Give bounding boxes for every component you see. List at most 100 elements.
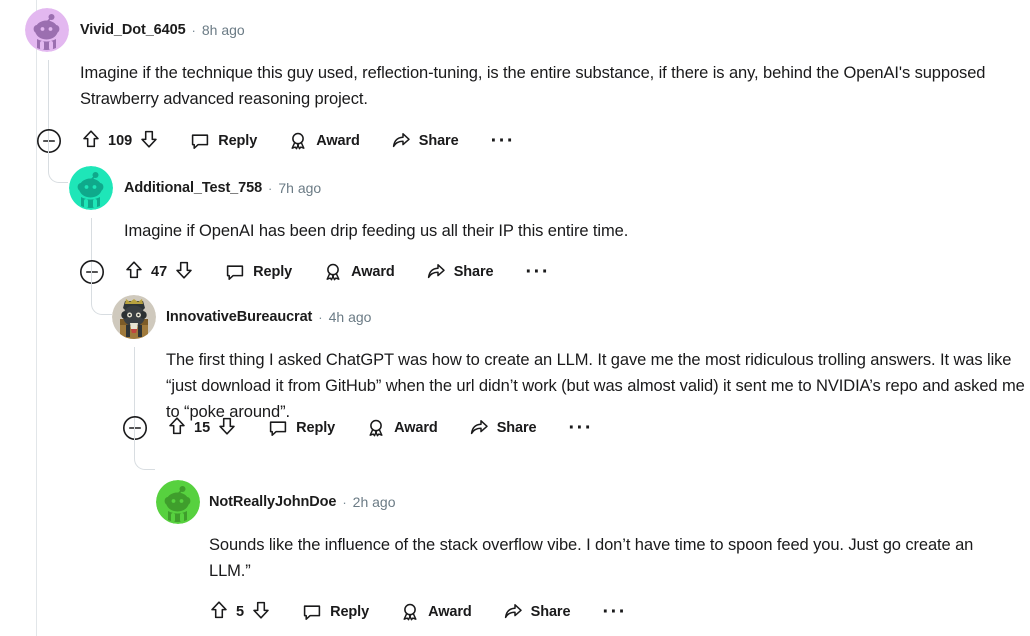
share-button[interactable]: Share: [503, 596, 571, 628]
award-ribbon-icon: [291, 132, 305, 150]
comment-action-bar: 109 Reply Award Share ···: [36, 125, 515, 157]
comment-bubble-icon: [226, 265, 244, 280]
vote-group: 15: [167, 416, 237, 441]
reply-label: Reply: [330, 604, 370, 620]
share-button[interactable]: Share: [426, 256, 494, 288]
reply-button[interactable]: Reply: [190, 125, 257, 157]
snoo-avatar-icon: [25, 8, 69, 52]
more-options-button[interactable]: ···: [526, 256, 550, 288]
comment-header: InnovativeBureaucrat · 4h ago: [0, 295, 1030, 339]
comment-header: NotReallyJohnDoe · 2h ago: [0, 480, 1030, 524]
more-options-icon: ···: [525, 261, 550, 283]
thread-elbow: [134, 425, 155, 470]
comment-bubble-icon: [303, 605, 321, 620]
downvote-button[interactable]: [139, 129, 159, 154]
upvote-arrow-icon: [169, 416, 185, 434]
award-button[interactable]: Award: [288, 125, 360, 157]
vote-group: 5: [209, 600, 271, 625]
downvote-arrow-icon: [141, 130, 157, 148]
share-label: Share: [418, 133, 459, 149]
downvote-button[interactable]: [217, 416, 237, 441]
upvote-arrow-icon: [211, 600, 227, 618]
share-label: Share: [496, 420, 537, 436]
comment-bubble-icon: [269, 421, 287, 436]
upvote-button[interactable]: [81, 129, 101, 154]
avatar[interactable]: [69, 166, 113, 210]
separator-dot: ·: [268, 180, 273, 196]
award-ribbon-icon: [403, 603, 417, 621]
upvote-button[interactable]: [167, 416, 187, 441]
more-options-button[interactable]: ···: [602, 596, 626, 628]
upvote-arrow-icon: [126, 260, 142, 278]
vote-count: 47: [151, 264, 168, 280]
more-options-icon: ···: [602, 601, 627, 623]
avatar[interactable]: [112, 295, 156, 339]
comment-thread: Vivid_Dot_6405 · 8h ago Imagine if the t…: [0, 0, 1030, 636]
comment-timestamp: 4h ago: [328, 309, 372, 325]
award-button[interactable]: Award: [323, 256, 395, 288]
downvote-button[interactable]: [174, 260, 194, 285]
comment-author[interactable]: InnovativeBureaucrat: [166, 309, 312, 325]
award-label: Award: [351, 264, 395, 280]
reply-label: Reply: [218, 133, 258, 149]
comment-action-bar: 15 Reply Award Share ···: [122, 412, 593, 444]
snoo-avatar-icon: [156, 480, 200, 524]
comment-body: Imagine if the technique this guy used, …: [80, 64, 986, 108]
share-label: Share: [530, 604, 571, 620]
comment-header: Vivid_Dot_6405 · 8h ago: [0, 8, 1030, 52]
vote-group: 109: [81, 129, 159, 154]
more-options-button[interactable]: ···: [569, 412, 593, 444]
custom-armored-avatar-icon: [112, 295, 156, 339]
comment-bubble-icon: [192, 134, 209, 149]
share-label: Share: [453, 264, 494, 280]
award-button[interactable]: Award: [366, 412, 438, 444]
comment-item: Vivid_Dot_6405 · 8h ago Imagine if the t…: [0, 8, 1030, 183]
comment-author[interactable]: Additional_Test_758: [124, 180, 262, 196]
award-label: Award: [428, 604, 472, 620]
vote-count: 15: [194, 420, 211, 436]
comment-item: NotReallyJohnDoe · 2h ago Sounds like th…: [0, 480, 1030, 622]
downvote-arrow-icon: [253, 601, 269, 619]
share-arrow-icon: [470, 420, 488, 435]
award-label: Award: [316, 133, 360, 149]
comment-item: Additional_Test_758 · 7h ago Imagine if …: [0, 166, 1030, 315]
separator-dot: ·: [342, 494, 347, 510]
share-arrow-icon: [427, 264, 445, 279]
downvote-arrow-icon: [219, 417, 235, 435]
comment-header: Additional_Test_758 · 7h ago: [0, 166, 1030, 210]
comment-item: InnovativeBureaucrat · 4h ago The first …: [0, 295, 1030, 470]
avatar[interactable]: [156, 480, 200, 524]
comment-author[interactable]: NotReallyJohnDoe: [209, 494, 336, 510]
downvote-button[interactable]: [251, 600, 271, 625]
reply-button[interactable]: Reply: [268, 412, 335, 444]
separator-dot: ·: [191, 22, 196, 38]
share-arrow-icon: [504, 604, 522, 619]
comment-timestamp: 7h ago: [278, 180, 322, 196]
downvote-arrow-icon: [176, 261, 192, 279]
reply-label: Reply: [253, 264, 293, 280]
reply-button[interactable]: Reply: [225, 256, 292, 288]
award-ribbon-icon: [369, 419, 383, 437]
reply-button[interactable]: Reply: [302, 596, 369, 628]
avatar[interactable]: [25, 8, 69, 52]
more-options-icon: ···: [490, 130, 516, 152]
upvote-button[interactable]: [124, 260, 144, 285]
upvote-arrow-icon: [83, 129, 99, 147]
vote-count: 5: [236, 604, 245, 620]
comment-timestamp: 2h ago: [352, 494, 396, 510]
award-label: Award: [394, 420, 438, 436]
comment-timestamp: 8h ago: [201, 22, 245, 38]
comment-action-bar: 47 Reply Award Share ···: [79, 256, 550, 288]
reply-label: Reply: [296, 420, 336, 436]
award-ribbon-icon: [326, 263, 340, 281]
upvote-button[interactable]: [209, 600, 229, 625]
comment-action-bar: 5 Reply Award Share ···: [209, 596, 627, 628]
vote-group: 47: [124, 260, 194, 285]
comment-author[interactable]: Vivid_Dot_6405: [80, 22, 186, 38]
award-button[interactable]: Award: [400, 596, 472, 628]
separator-dot: ·: [318, 309, 323, 325]
share-button[interactable]: Share: [391, 125, 459, 157]
share-button[interactable]: Share: [469, 412, 537, 444]
more-options-button[interactable]: ···: [491, 125, 515, 157]
comment-body: Imagine if OpenAI has been drip feeding …: [124, 222, 629, 240]
